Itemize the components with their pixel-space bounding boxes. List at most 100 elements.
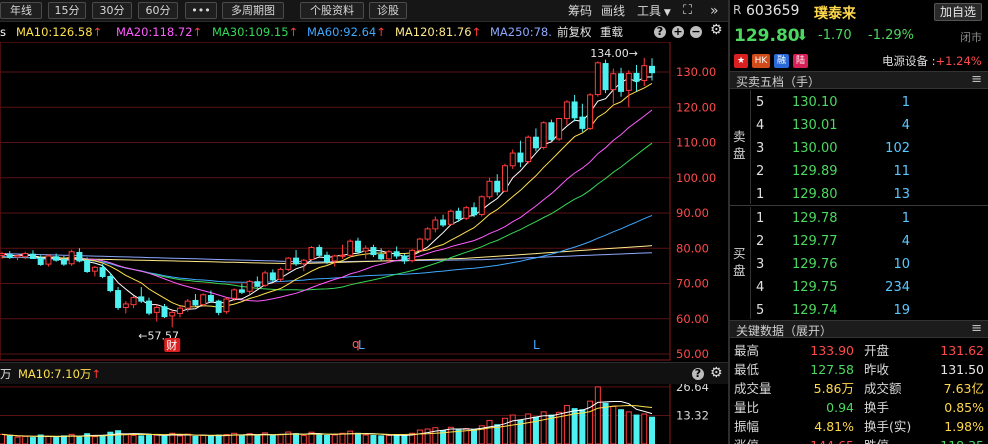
ma20-legend: MA20:118.72↑: [116, 25, 203, 39]
order-vol: 10: [893, 257, 910, 272]
period-30m-button[interactable]: 30分: [92, 2, 132, 19]
order-book-row[interactable]: 5 129.74 19: [730, 299, 988, 322]
volume-bar: [354, 432, 361, 444]
volume-bar: [45, 436, 52, 444]
key-data-row: 最低 127.58 昨收 131.50: [730, 360, 988, 379]
order-book-row[interactable]: 1 129.78 1: [730, 207, 988, 230]
collapse-right-icon[interactable]: »: [710, 3, 719, 19]
order-book-row[interactable]: 4 130.01 4: [730, 114, 988, 137]
candle-body: [440, 219, 447, 226]
candle-body: [153, 306, 160, 313]
candle-body: [68, 251, 75, 265]
volume-bar: [293, 433, 300, 444]
ma60-line: [1, 214, 653, 283]
order-book-row[interactable]: 2 129.77 4: [730, 230, 988, 253]
candle-body: [192, 299, 199, 306]
volume-chart[interactable]: 26.64 13.32: [0, 384, 728, 444]
volume-bar: [138, 435, 145, 444]
volume-bar: [269, 434, 276, 444]
tools-menu[interactable]: 工具 ▼: [637, 3, 671, 21]
stock-profile-button[interactable]: 个股资料: [300, 2, 364, 19]
key-data-menu-icon[interactable]: ≡: [971, 321, 982, 336]
chip-distribution-button[interactable]: 筹码: [568, 3, 592, 19]
margin-badge[interactable]: 融: [774, 54, 789, 68]
volume-bar: [401, 434, 408, 444]
period-60m-button[interactable]: 60分: [138, 2, 178, 19]
volume-bar: [362, 434, 369, 444]
high-price-annotation: 134.00→: [590, 47, 638, 60]
draw-line-button[interactable]: 画线: [601, 3, 625, 19]
candle-body: [486, 180, 493, 198]
order-book-row[interactable]: 1 129.80 13: [730, 183, 988, 206]
order-book-row[interactable]: 5 130.10 1: [730, 91, 988, 114]
order-book-row[interactable]: 3 130.00 102: [730, 137, 988, 160]
settings-icon[interactable]: ?: [654, 26, 666, 38]
volume-bar: [60, 435, 67, 444]
key-data-l2: 跌停: [864, 436, 889, 444]
candlestick-chart[interactable]: 130.00 120.00 110.00 100.00 90.00 80.00 70.00 6…: [0, 42, 728, 362]
volume-bar: [207, 435, 214, 444]
volume-bar: [378, 435, 385, 444]
order-book-row[interactable]: 2 129.89 11: [730, 160, 988, 183]
key-data-l1: 成交量: [734, 381, 772, 396]
candle-body: [424, 228, 431, 240]
volume-bar: [416, 429, 423, 444]
diagnose-button[interactable]: 诊股: [369, 2, 407, 19]
price-tick-label: 100.00: [676, 171, 716, 185]
ma5-line: [1, 76, 653, 313]
period-year-button[interactable]: 年线: [0, 2, 42, 19]
stock-name: 璞泰来: [814, 6, 856, 22]
candle-body: [14, 255, 21, 258]
price-tick-label: 50.00: [676, 347, 709, 361]
zoom-out-icon[interactable]: −: [690, 26, 702, 38]
ma30-legend: MA30:109.15↑: [212, 25, 299, 39]
volume-bar: [200, 434, 207, 444]
price-tick-label: 80.00: [676, 241, 709, 255]
order-price: 129.75: [792, 280, 838, 295]
help-icon[interactable]: ?: [692, 368, 704, 380]
overlay-button[interactable]: 重载: [600, 24, 623, 40]
order-book-header[interactable]: 买卖五档（手） ≡: [730, 71, 988, 89]
volume-bar: [347, 430, 354, 444]
order-level: 4: [756, 118, 765, 133]
candle-body: [223, 298, 230, 313]
candle-body: [556, 118, 563, 140]
candle-body: [53, 256, 60, 261]
order-book-row[interactable]: 4 129.75 234: [730, 276, 988, 299]
key-data-row: 振幅 4.81% 换手(实) 1.98%: [730, 417, 988, 436]
volume-bar: [184, 433, 191, 444]
candle-body: [231, 289, 238, 299]
fullscreen-icon[interactable]: ⛶: [683, 3, 692, 19]
key-data-v2: 7.63亿: [943, 381, 984, 396]
volume-bar: [471, 428, 478, 444]
order-vol: 13: [893, 187, 910, 202]
volume-bar: [300, 434, 307, 444]
order-book-row[interactable]: 3 129.76 10: [730, 253, 988, 276]
add-favorite-button[interactable]: 加自选: [933, 3, 982, 21]
candle-body: [641, 65, 648, 81]
period-15m-button[interactable]: 15分: [48, 2, 86, 19]
ma5-marker: s: [0, 25, 6, 39]
candle-body: [478, 196, 485, 215]
key-data-row: 量比 0.94 换手 0.85%: [730, 398, 988, 417]
candle-body: [432, 219, 439, 230]
zoom-in-icon[interactable]: +: [672, 26, 684, 38]
candle-body: [548, 122, 555, 141]
candle-body: [37, 257, 44, 265]
gear-icon[interactable]: ⚙: [710, 22, 723, 38]
order-price: 130.00: [792, 141, 838, 156]
key-data-header[interactable]: 关键数据（展开） ≡: [730, 320, 988, 338]
menu-icon[interactable]: ≡: [971, 72, 982, 87]
adjust-mode-button[interactable]: 前复权: [557, 24, 592, 40]
volume-gear-icon[interactable]: ⚙: [710, 365, 723, 381]
lugutong-badge[interactable]: 陆: [793, 54, 808, 68]
sector-change[interactable]: 电源设备 :+1.24%: [882, 53, 982, 69]
hk-connect-badge[interactable]: HK: [752, 54, 770, 68]
multi-period-button[interactable]: 多周期图: [222, 2, 284, 19]
volume-bar: [447, 426, 454, 444]
volume-bar: [254, 435, 261, 444]
more-periods-button[interactable]: •••: [185, 2, 217, 19]
candle-body: [385, 251, 392, 260]
market-status: 闭市: [960, 31, 982, 44]
volume-bar: [76, 435, 83, 444]
